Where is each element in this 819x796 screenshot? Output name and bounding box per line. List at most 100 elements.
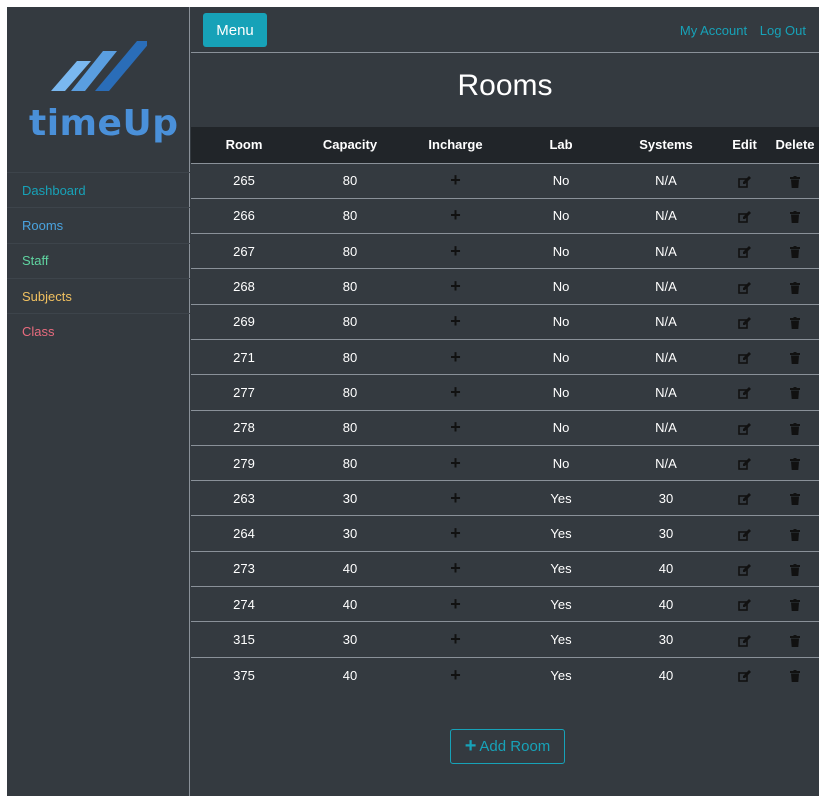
incharge-cell: +	[403, 621, 508, 658]
trash-icon[interactable]	[790, 208, 800, 223]
table-body: 265 80 + No N/A 266 80 + No N/A 267 80 + No N/A 268 80 + N…	[191, 162, 819, 693]
delete-cell	[771, 621, 819, 658]
capacity-cell: 40	[297, 550, 403, 587]
lab-cell: No	[508, 374, 614, 411]
edit-icon[interactable]	[738, 420, 751, 435]
trash-icon[interactable]	[790, 314, 800, 329]
sidebar-item-dashboard[interactable]: Dashboard	[7, 172, 190, 207]
column-header-lab: Lab	[508, 127, 614, 163]
edit-cell	[718, 338, 771, 375]
trash-icon[interactable]	[790, 632, 800, 647]
plus-icon[interactable]: +	[450, 453, 461, 473]
my-account-link[interactable]: My Account	[680, 23, 747, 38]
edit-icon[interactable]	[738, 632, 751, 647]
rooms-table: Room Capacity Incharge Lab Systems Edit …	[191, 127, 819, 693]
plus-icon[interactable]: +	[450, 311, 461, 331]
trash-icon[interactable]	[790, 279, 800, 294]
edit-icon[interactable]	[738, 385, 751, 400]
trash-icon[interactable]	[790, 526, 800, 541]
incharge-cell: +	[403, 656, 508, 693]
sidebar-item-rooms[interactable]: Rooms	[7, 207, 190, 242]
table-row: 266 80 + No N/A	[191, 197, 819, 234]
edit-cell	[718, 162, 771, 199]
systems-cell: 30	[614, 480, 718, 516]
room-cell: 375	[191, 656, 297, 693]
edit-icon[interactable]	[738, 350, 751, 365]
room-cell: 273	[191, 550, 297, 587]
edit-icon[interactable]	[738, 668, 751, 683]
edit-icon[interactable]	[738, 561, 751, 576]
lab-cell: Yes	[508, 515, 614, 552]
column-header-capacity: Capacity	[297, 127, 403, 163]
sidebar-item-label: Class	[22, 323, 55, 339]
capacity-cell: 80	[297, 162, 403, 199]
add-room-button[interactable]: + Add Room	[450, 729, 565, 764]
trash-icon[interactable]	[790, 456, 800, 471]
trash-icon[interactable]	[790, 244, 800, 259]
incharge-cell: +	[403, 303, 508, 340]
lab-cell: No	[508, 444, 614, 481]
trash-icon[interactable]	[790, 668, 800, 683]
edit-cell	[718, 444, 771, 481]
edit-icon[interactable]	[738, 526, 751, 541]
edit-icon[interactable]	[738, 491, 751, 506]
edit-cell	[718, 233, 771, 269]
sidebar-item-label: Staff	[22, 253, 49, 269]
plus-icon[interactable]: +	[450, 558, 461, 578]
plus-icon[interactable]: +	[450, 241, 461, 261]
incharge-cell: +	[403, 233, 508, 269]
plus-icon[interactable]: +	[450, 382, 461, 402]
plus-icon[interactable]: +	[450, 276, 461, 296]
trash-icon[interactable]	[790, 491, 800, 506]
table-row: 274 40 + Yes 40	[191, 586, 819, 622]
plus-icon[interactable]: +	[450, 629, 461, 649]
room-cell: 265	[191, 162, 297, 199]
trash-icon[interactable]	[790, 597, 800, 612]
room-cell: 267	[191, 233, 297, 269]
sidebar-item-staff[interactable]: Staff	[7, 242, 190, 278]
plus-icon[interactable]: +	[450, 417, 461, 437]
trash-icon[interactable]	[790, 173, 800, 188]
edit-icon[interactable]	[738, 208, 751, 223]
systems-cell: 40	[614, 656, 718, 693]
edit-icon[interactable]	[738, 456, 751, 471]
plus-icon[interactable]: +	[450, 170, 461, 190]
systems-cell: N/A	[614, 303, 718, 340]
sidebar-item-label: Subjects	[22, 288, 72, 304]
plus-icon[interactable]: +	[450, 347, 461, 367]
logout-link[interactable]: Log Out	[760, 23, 806, 38]
edit-cell	[718, 268, 771, 305]
systems-cell: 40	[614, 586, 718, 622]
trash-icon[interactable]	[790, 420, 800, 435]
edit-icon[interactable]	[738, 314, 751, 329]
trash-icon[interactable]	[790, 561, 800, 576]
plus-icon[interactable]: +	[450, 205, 461, 225]
top-links: My Account Log Out	[671, 23, 806, 38]
sidebar-item-class[interactable]: Class	[7, 313, 190, 348]
sidebar-item-subjects[interactable]: Subjects	[7, 277, 190, 313]
systems-cell: N/A	[614, 338, 718, 375]
delete-cell	[771, 586, 819, 622]
systems-cell: N/A	[614, 444, 718, 481]
incharge-cell: +	[403, 197, 508, 234]
room-cell: 263	[191, 480, 297, 516]
column-header-room: Room	[191, 127, 297, 163]
sidebar-item-label: Dashboard	[22, 182, 86, 198]
trash-icon[interactable]	[790, 385, 800, 400]
edit-icon[interactable]	[738, 597, 751, 612]
delete-cell	[771, 444, 819, 481]
edit-icon[interactable]	[738, 279, 751, 294]
plus-icon[interactable]: +	[450, 594, 461, 614]
edit-icon[interactable]	[738, 244, 751, 259]
lab-cell: No	[508, 268, 614, 305]
plus-icon[interactable]: +	[450, 665, 461, 685]
edit-cell	[718, 374, 771, 411]
menu-button[interactable]: Menu	[203, 13, 267, 47]
edit-icon[interactable]	[738, 173, 751, 188]
plus-icon[interactable]: +	[450, 488, 461, 508]
plus-icon[interactable]: +	[450, 523, 461, 543]
column-header-edit: Edit	[718, 127, 771, 163]
delete-cell	[771, 303, 819, 340]
edit-cell	[718, 515, 771, 552]
trash-icon[interactable]	[790, 350, 800, 365]
